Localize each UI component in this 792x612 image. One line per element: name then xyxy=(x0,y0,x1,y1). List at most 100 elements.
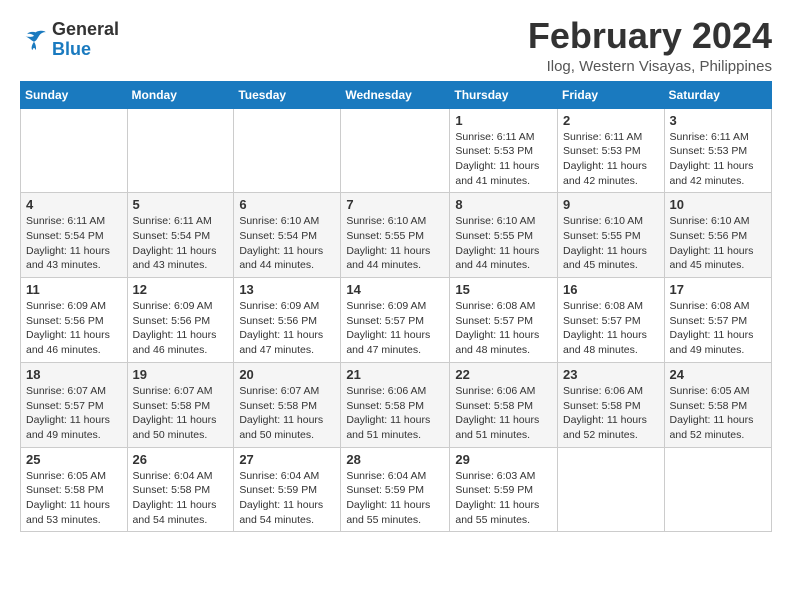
table-row: 19Sunrise: 6:07 AMSunset: 5:58 PMDayligh… xyxy=(127,362,234,447)
logo-bird-icon xyxy=(20,29,48,51)
day-number: 21 xyxy=(346,367,444,382)
table-row: 3Sunrise: 6:11 AMSunset: 5:53 PMDaylight… xyxy=(664,108,771,193)
day-info: Sunrise: 6:04 AMSunset: 5:58 PMDaylight:… xyxy=(133,469,229,528)
day-info: Sunrise: 6:06 AMSunset: 5:58 PMDaylight:… xyxy=(455,384,552,443)
table-row: 28 Sunrise: 6:04 AMSunset: 5:59 PMDayligh… xyxy=(341,447,450,532)
day-number: 27 xyxy=(239,452,335,467)
table-row xyxy=(234,108,341,193)
day-number: 26 xyxy=(133,452,229,467)
table-row: 5 Sunrise: 6:11 AMSunset: 5:54 PMDaylight… xyxy=(127,193,234,278)
col-thursday: Thursday xyxy=(450,81,558,108)
day-info: Sunrise: 6:09 AMSunset: 5:57 PMDaylight:… xyxy=(346,299,444,358)
day-info: Sunrise: 6:07 AMSunset: 5:58 PMDaylight:… xyxy=(239,384,335,443)
day-number: 29 xyxy=(455,452,552,467)
table-row xyxy=(664,447,771,532)
day-info: Sunrise: 6:08 AMSunset: 5:57 PMDaylight:… xyxy=(670,299,766,358)
day-number: 18 xyxy=(26,367,122,382)
day-info: Sunrise: 6:10 AMSunset: 5:55 PMDaylight:… xyxy=(346,214,444,273)
day-info: Sunrise: 6:03 AMSunset: 5:59 PMDaylight:… xyxy=(455,469,552,528)
day-info: Sunrise: 6:07 AMSunset: 5:58 PMDaylight:… xyxy=(133,384,229,443)
day-info: Sunrise: 6:09 AMSunset: 5:56 PMDaylight:… xyxy=(26,299,122,358)
day-number: 2 xyxy=(563,113,659,128)
day-info: Sunrise: 6:10 AMSunset: 5:55 PMDaylight:… xyxy=(563,214,659,273)
table-row: 22 Sunrise: 6:06 AMSunset: 5:58 PMDayligh… xyxy=(450,362,558,447)
col-tuesday: Tuesday xyxy=(234,81,341,108)
day-number: 28 xyxy=(346,452,444,467)
day-info: Sunrise: 6:06 AMSunset: 5:58 PMDaylight:… xyxy=(346,384,444,443)
table-row: 2 Sunrise: 6:11 AMSunset: 5:53 PMDaylight… xyxy=(558,108,665,193)
day-number: 15 xyxy=(455,282,552,297)
day-info: Sunrise: 6:08 AMSunset: 5:57 PMDaylight:… xyxy=(563,299,659,358)
day-number: 10 xyxy=(670,197,766,212)
month-title: February 2024 xyxy=(528,16,772,56)
day-info: Sunrise: 6:07 AMSunset: 5:57 PMDaylight:… xyxy=(26,384,122,443)
table-row: 27Sunrise: 6:04 AMSunset: 5:59 PMDayligh… xyxy=(234,447,341,532)
table-row: 23 Sunrise: 6:06 AMSunset: 5:58 PMDayligh… xyxy=(558,362,665,447)
day-number: 3 xyxy=(670,113,766,128)
calendar-week-row: 18 Sunrise: 6:07 AMSunset: 5:57 PMDayligh… xyxy=(21,362,772,447)
col-monday: Monday xyxy=(127,81,234,108)
day-info: Sunrise: 6:05 AMSunset: 5:58 PMDaylight:… xyxy=(670,384,766,443)
table-row xyxy=(127,108,234,193)
day-info: Sunrise: 6:05 AMSunset: 5:58 PMDaylight:… xyxy=(26,469,122,528)
table-row: 25 Sunrise: 6:05 AMSunset: 5:58 PMDayligh… xyxy=(21,447,128,532)
day-number: 23 xyxy=(563,367,659,382)
day-number: 25 xyxy=(26,452,122,467)
day-info: Sunrise: 6:06 AMSunset: 5:58 PMDaylight:… xyxy=(563,384,659,443)
day-info: Sunrise: 6:08 AMSunset: 5:57 PMDaylight:… xyxy=(455,299,552,358)
day-info: Sunrise: 6:10 AMSunset: 5:55 PMDaylight:… xyxy=(455,214,552,273)
table-row: 14 Sunrise: 6:09 AMSunset: 5:57 PMDayligh… xyxy=(341,278,450,363)
location-title: Ilog, Western Visayas, Philippines xyxy=(528,58,772,75)
col-friday: Friday xyxy=(558,81,665,108)
day-number: 13 xyxy=(239,282,335,297)
calendar-table: Sunday Monday Tuesday Wednesday Thursday… xyxy=(20,81,772,533)
day-number: 1 xyxy=(455,113,552,128)
header: GeneralBlue February 2024 Ilog, Western … xyxy=(20,16,772,75)
day-number: 11 xyxy=(26,282,122,297)
logo-text: GeneralBlue xyxy=(52,20,119,60)
logo: GeneralBlue xyxy=(20,20,119,60)
table-row: 1 Sunrise: 6:11 AMSunset: 5:53 PMDaylight… xyxy=(450,108,558,193)
table-row: 18 Sunrise: 6:07 AMSunset: 5:57 PMDayligh… xyxy=(21,362,128,447)
table-row xyxy=(21,108,128,193)
calendar-week-row: 25 Sunrise: 6:05 AMSunset: 5:58 PMDayligh… xyxy=(21,447,772,532)
day-info: Sunrise: 6:09 AMSunset: 5:56 PMDaylight:… xyxy=(239,299,335,358)
day-info: Sunrise: 6:10 AMSunset: 5:56 PMDaylight:… xyxy=(670,214,766,273)
table-row: 24 Sunrise: 6:05 AMSunset: 5:58 PMDayligh… xyxy=(664,362,771,447)
table-row: 26 Sunrise: 6:04 AMSunset: 5:58 PMDayligh… xyxy=(127,447,234,532)
title-area: February 2024 Ilog, Western Visayas, Phi… xyxy=(528,16,772,75)
table-row: 15 Sunrise: 6:08 AMSunset: 5:57 PMDayligh… xyxy=(450,278,558,363)
calendar-week-row: 11 Sunrise: 6:09 AMSunset: 5:56 PMDayligh… xyxy=(21,278,772,363)
table-row: 29 Sunrise: 6:03 AMSunset: 5:59 PMDayligh… xyxy=(450,447,558,532)
day-info: Sunrise: 6:10 AMSunset: 5:54 PMDaylight:… xyxy=(239,214,335,273)
calendar-week-row: 1 Sunrise: 6:11 AMSunset: 5:53 PMDaylight… xyxy=(21,108,772,193)
day-info: Sunrise: 6:11 AMSunset: 5:54 PMDaylight:… xyxy=(133,214,229,273)
day-number: 9 xyxy=(563,197,659,212)
day-number: 7 xyxy=(346,197,444,212)
day-number: 24 xyxy=(670,367,766,382)
day-number: 22 xyxy=(455,367,552,382)
day-number: 6 xyxy=(239,197,335,212)
day-info: Sunrise: 6:11 AMSunset: 5:53 PMDaylight:… xyxy=(455,130,552,189)
table-row: 8 Sunrise: 6:10 AMSunset: 5:55 PMDaylight… xyxy=(450,193,558,278)
day-number: 14 xyxy=(346,282,444,297)
table-row: 16 Sunrise: 6:08 AMSunset: 5:57 PMDayligh… xyxy=(558,278,665,363)
day-number: 17 xyxy=(670,282,766,297)
day-info: Sunrise: 6:11 AMSunset: 5:53 PMDaylight:… xyxy=(563,130,659,189)
table-row: 7 Sunrise: 6:10 AMSunset: 5:55 PMDaylight… xyxy=(341,193,450,278)
day-number: 16 xyxy=(563,282,659,297)
calendar-header-row: Sunday Monday Tuesday Wednesday Thursday… xyxy=(21,81,772,108)
day-number: 4 xyxy=(26,197,122,212)
day-info: Sunrise: 6:04 AMSunset: 5:59 PMDaylight:… xyxy=(346,469,444,528)
day-number: 8 xyxy=(455,197,552,212)
table-row: 17 Sunrise: 6:08 AMSunset: 5:57 PMDayligh… xyxy=(664,278,771,363)
day-number: 5 xyxy=(133,197,229,212)
calendar-week-row: 4 Sunrise: 6:11 AMSunset: 5:54 PMDaylight… xyxy=(21,193,772,278)
table-row: 6 Sunrise: 6:10 AMSunset: 5:54 PMDaylight… xyxy=(234,193,341,278)
table-row: 20Sunrise: 6:07 AMSunset: 5:58 PMDayligh… xyxy=(234,362,341,447)
table-row xyxy=(558,447,665,532)
col-sunday: Sunday xyxy=(21,81,128,108)
table-row xyxy=(341,108,450,193)
table-row: 13 Sunrise: 6:09 AMSunset: 5:56 PMDayligh… xyxy=(234,278,341,363)
day-number: 12 xyxy=(133,282,229,297)
